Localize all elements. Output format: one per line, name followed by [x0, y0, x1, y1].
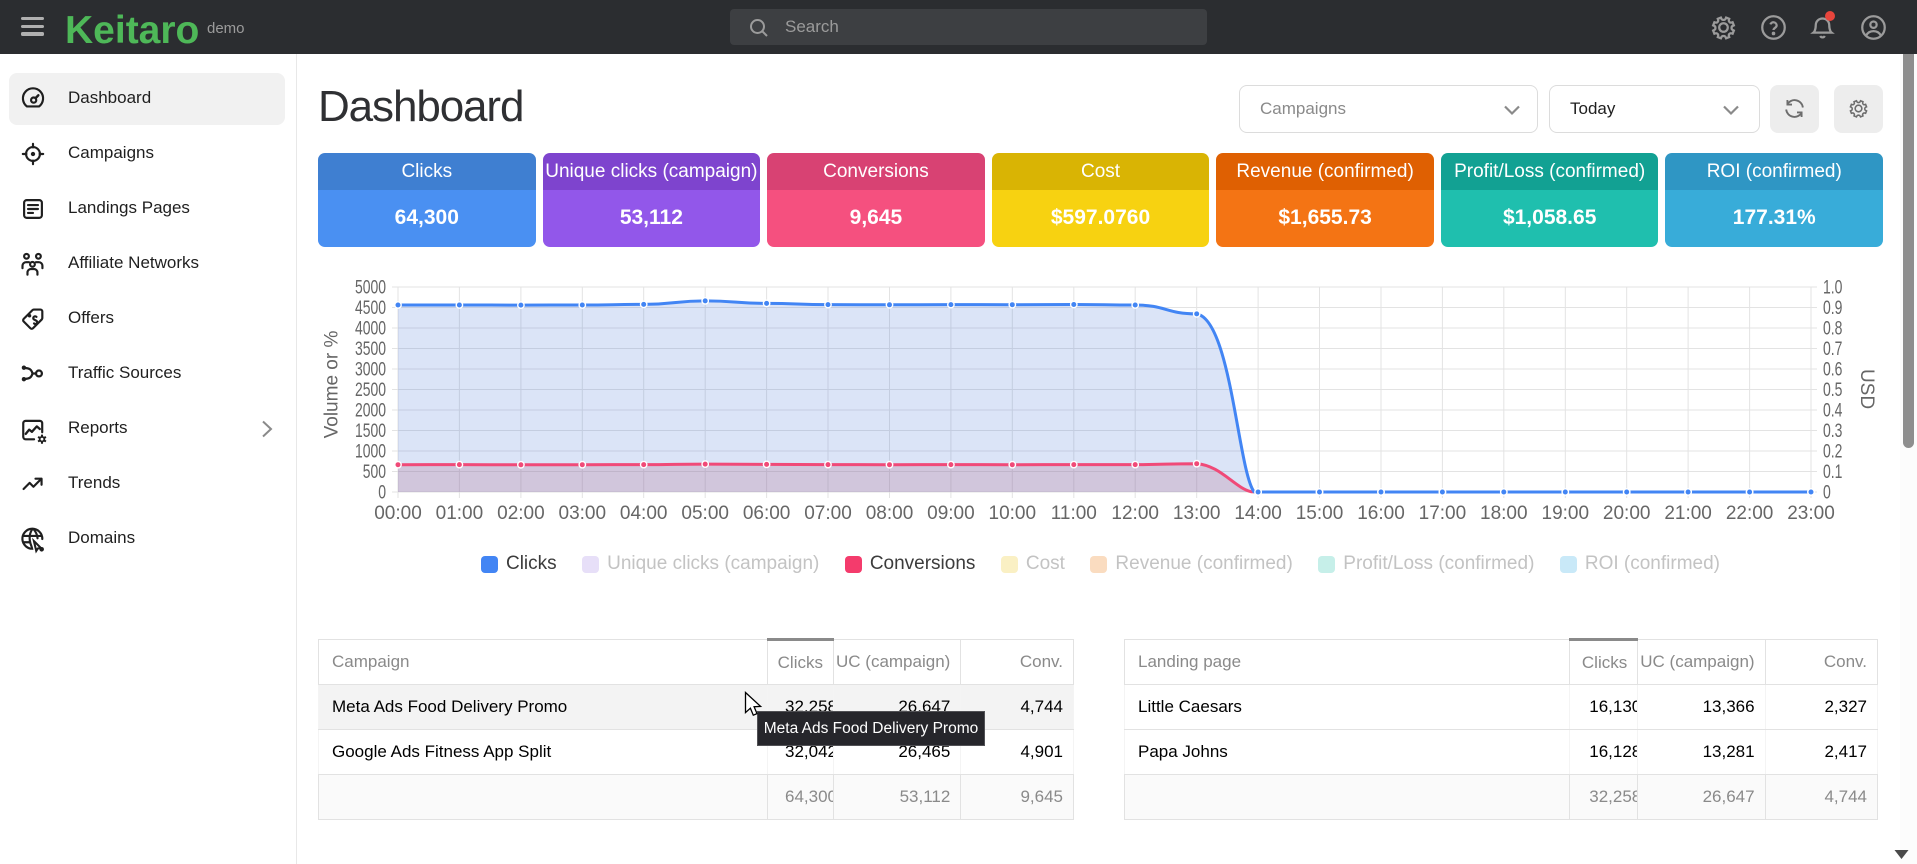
- svg-text:10:00: 10:00: [989, 503, 1037, 524]
- svg-text:2000: 2000: [355, 400, 386, 422]
- svg-text:00:00: 00:00: [374, 503, 422, 524]
- svg-text:14:00: 14:00: [1234, 503, 1282, 524]
- svg-text:12:00: 12:00: [1111, 503, 1159, 524]
- svg-text:500: 500: [363, 461, 386, 483]
- svg-text:05:00: 05:00: [681, 503, 729, 524]
- svg-text:15:00: 15:00: [1296, 503, 1344, 524]
- svg-text:2500: 2500: [355, 379, 386, 401]
- svg-text:06:00: 06:00: [743, 503, 791, 524]
- svg-text:0.9: 0.9: [1823, 297, 1842, 319]
- svg-text:13:00: 13:00: [1173, 503, 1221, 524]
- svg-text:4500: 4500: [355, 297, 386, 319]
- svg-text:5000: 5000: [355, 277, 386, 299]
- svg-text:03:00: 03:00: [559, 503, 607, 524]
- svg-text:0.7: 0.7: [1823, 338, 1842, 360]
- svg-text:0: 0: [378, 482, 386, 504]
- svg-text:02:00: 02:00: [497, 503, 545, 524]
- svg-text:04:00: 04:00: [620, 503, 668, 524]
- svg-text:01:00: 01:00: [436, 503, 484, 524]
- svg-text:4000: 4000: [355, 318, 386, 340]
- svg-text:11:00: 11:00: [1051, 503, 1097, 524]
- svg-text:16:00: 16:00: [1357, 503, 1405, 524]
- svg-text:3000: 3000: [355, 359, 386, 381]
- svg-text:1.0: 1.0: [1823, 277, 1843, 299]
- svg-text:0.3: 0.3: [1823, 420, 1842, 442]
- svg-text:17:00: 17:00: [1419, 503, 1467, 524]
- svg-text:1500: 1500: [355, 420, 386, 442]
- svg-text:19:00: 19:00: [1542, 503, 1590, 524]
- svg-text:0.6: 0.6: [1823, 359, 1842, 381]
- svg-text:3500: 3500: [355, 338, 386, 360]
- svg-text:0.2: 0.2: [1823, 441, 1842, 463]
- svg-text:22:00: 22:00: [1726, 503, 1774, 524]
- svg-text:09:00: 09:00: [927, 503, 975, 524]
- svg-text:0.8: 0.8: [1823, 318, 1842, 340]
- svg-text:07:00: 07:00: [804, 503, 852, 524]
- svg-text:08:00: 08:00: [866, 503, 914, 524]
- svg-text:Volume or %: Volume or %: [322, 331, 343, 439]
- svg-text:0.4: 0.4: [1823, 400, 1843, 422]
- svg-text:20:00: 20:00: [1603, 503, 1651, 524]
- svg-text:0: 0: [1823, 482, 1831, 504]
- svg-text:21:00: 21:00: [1664, 503, 1712, 524]
- svg-text:0.1: 0.1: [1823, 461, 1842, 483]
- svg-text:23:00: 23:00: [1787, 503, 1835, 524]
- svg-text:0.5: 0.5: [1823, 379, 1843, 401]
- svg-text:18:00: 18:00: [1480, 503, 1528, 524]
- svg-text:USD: USD: [1856, 369, 1877, 409]
- svg-text:1000: 1000: [355, 441, 386, 463]
